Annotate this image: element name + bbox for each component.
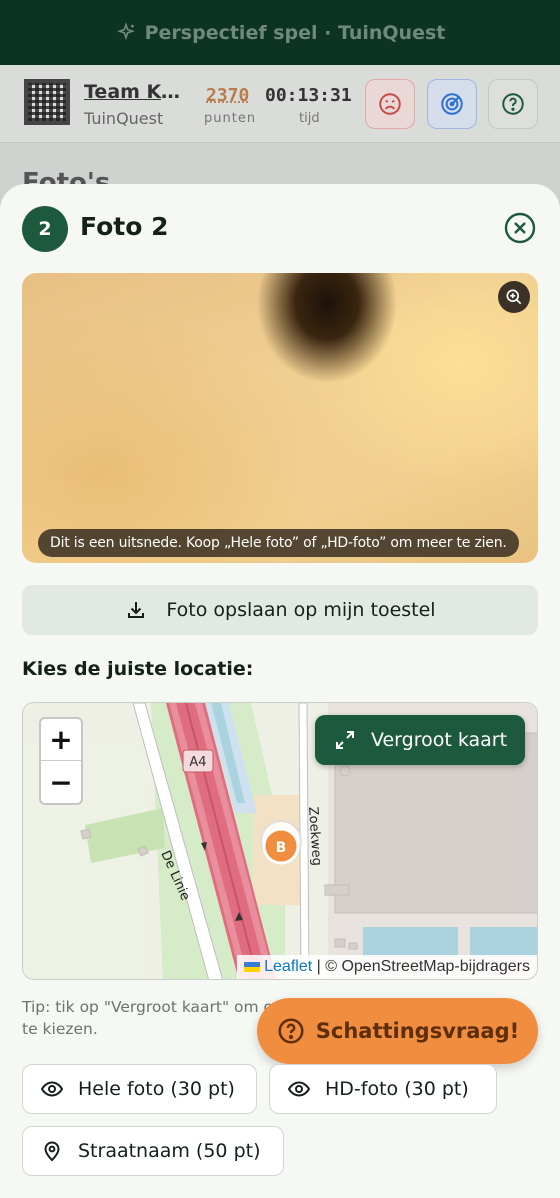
score-value[interactable]: 2370 [206,85,249,106]
ukraine-flag-icon [244,961,261,972]
location-map[interactable]: A4 De Linie Zoekweg B + − Vergroot kaart… [22,702,538,980]
zoom-in-icon [506,289,522,305]
osm-attribution: | © OpenStreetMap-bijdragers [312,958,530,975]
sheet-title: Foto 2 [80,212,169,241]
buy-full-photo-label: Hele foto (30 pt) [78,1078,235,1100]
qr-code-icon[interactable] [24,79,70,125]
buy-street-name-label: Straatnaam (50 pt) [78,1140,261,1162]
buy-street-name-button[interactable]: Straatnaam (50 pt) [22,1126,284,1176]
buy-hd-photo-label: HD-foto (30 pt) [325,1078,469,1100]
team-name[interactable]: Team Ko... [84,81,188,103]
road-label-a4: A4 [189,755,206,770]
timer-label: tijd [299,111,320,126]
estimation-question-label: Schattingsvraag! [315,1019,520,1043]
map-pin-icon [44,1141,60,1162]
help-circle-icon [278,1018,304,1044]
map-attribution: Leaflet | © OpenStreetMap-bijdragers [237,955,537,979]
give-up-button[interactable] [365,79,415,129]
team-subtitle: TuinQuest [84,109,164,128]
save-photo-button[interactable]: Foto opslaan op mijn toestel [22,585,538,635]
save-photo-label: Foto opslaan op mijn toestel [166,599,436,621]
help-button[interactable] [488,79,538,129]
map-zoom-control: + − [39,717,83,805]
buy-full-photo-button[interactable]: Hele foto (30 pt) [22,1064,257,1114]
eye-icon [287,1081,311,1097]
timer-value: 00:13:31 [265,85,352,106]
choose-location-label: Kies de juiste locatie: [22,658,254,680]
download-icon [128,602,145,618]
estimation-question-button[interactable]: Schattingsvraag! [257,998,538,1064]
buy-hd-photo-button[interactable]: HD-foto (30 pt) [269,1064,497,1114]
app-title: Perspectief spel · TuinQuest [144,21,446,44]
sparkle-icon [116,21,135,40]
expand-icon [335,731,354,749]
close-button[interactable] [503,211,537,245]
team-bar: Team Ko... TuinQuest 2370 punten 00:13:3… [0,65,560,143]
enlarge-map-button[interactable]: Vergroot kaart [315,715,525,765]
score-label: punten [204,111,257,126]
app-bar: Perspectief spel · TuinQuest [0,0,560,65]
leaflet-link[interactable]: Leaflet [264,958,312,975]
photo-crop[interactable]: Dit is een uitsnede. Koop „Hele foto” of… [22,273,538,563]
crop-note: Dit is een uitsnede. Koop „Hele foto” of… [38,529,519,557]
radar-button[interactable] [427,79,477,129]
enlarge-map-label: Vergroot kaart [370,729,508,751]
frown-face-icon [379,93,401,115]
map-zoom-in-button[interactable]: + [41,719,81,761]
photo-sheet: 2 Foto 2 Dit is een uitsnede. Koop „Hele… [0,184,560,1198]
close-icon [504,212,536,244]
map-zoom-out-button[interactable]: − [41,761,81,803]
help-circle-icon [502,93,524,115]
photo-number-badge: 2 [22,206,68,252]
map-marker-label: B [276,840,287,856]
eye-icon [40,1081,64,1097]
radar-icon [441,93,463,115]
zoom-photo-button[interactable] [498,281,530,313]
